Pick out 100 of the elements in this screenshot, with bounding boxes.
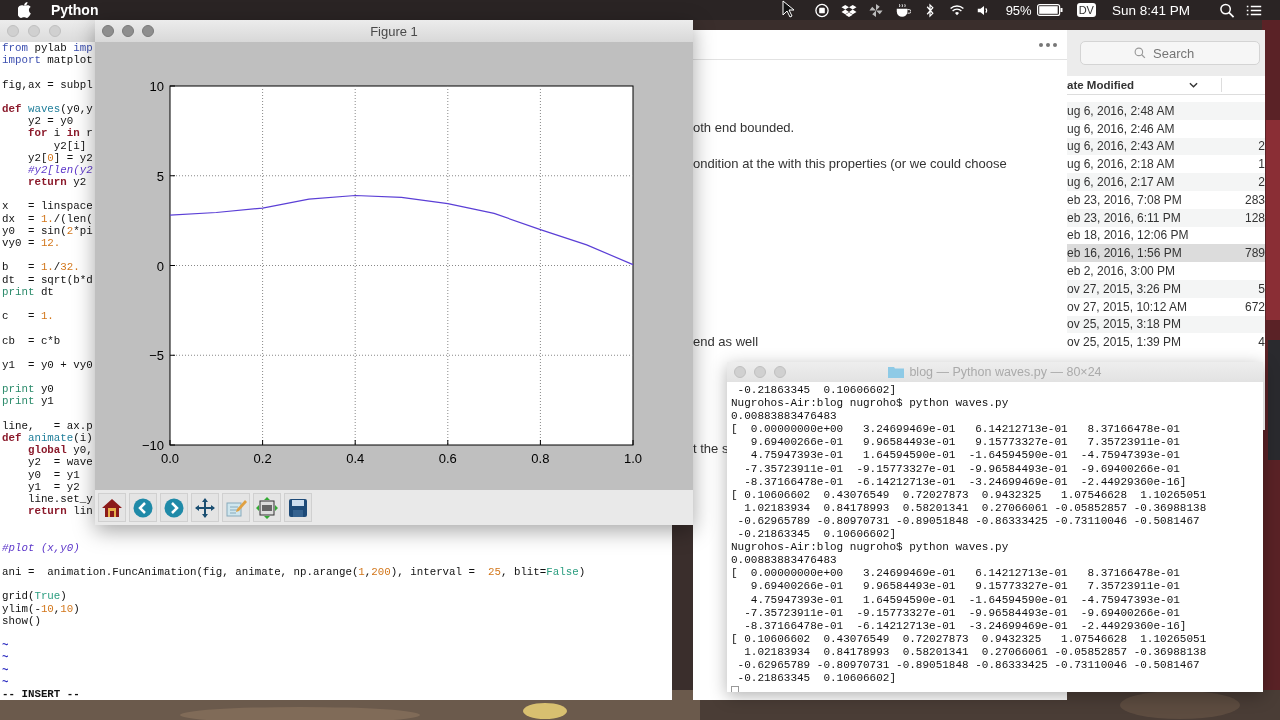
code-line: fig,ax = subpl xyxy=(2,78,93,91)
search-icon xyxy=(1134,47,1146,59)
terminal-line: [ 0.10606602 0.43076549 0.72027873 0.9432325 1.07546628 1.10265051 xyxy=(731,632,1208,646)
user-badge[interactable]: DV xyxy=(1076,3,1096,17)
code-line: def waves(y0,y xyxy=(2,102,93,116)
file-row[interactable]: ug 6, 2016, 2:43 AM 2 xyxy=(1067,137,1265,156)
file-row[interactable]: eb 23, 2016, 6:11 PM 128 xyxy=(1067,208,1265,227)
code-line: y2 = y0 xyxy=(26,115,74,128)
save-button[interactable] xyxy=(284,493,312,522)
pan-button[interactable] xyxy=(191,493,219,522)
code-line: y2[i] xyxy=(52,139,87,152)
search-icon[interactable] xyxy=(1219,2,1235,18)
terminal-line: 9.69400266e-01 9.96584493e-01 9.15773327e-01 7.35723911e-01 xyxy=(749,436,1181,450)
terminal-line: [ 0.00000000e+00 3.24699469e-01 6.14212713e-01 8.37166478e-01 xyxy=(731,567,1181,581)
size-cell: 283 xyxy=(1244,192,1265,207)
code-line: #y2[len(y2 xyxy=(26,163,93,177)
record-icon[interactable] xyxy=(813,2,830,18)
size-cell: 2 xyxy=(1258,175,1265,190)
x-tick-label: 0.4 xyxy=(346,451,365,466)
code-line: c = 1. xyxy=(2,310,54,323)
date-cell: ov 25, 2015, 1:39 PM xyxy=(1067,335,1182,350)
code-line: line.set_y xyxy=(26,492,93,506)
file-row[interactable]: ug 6, 2016, 2:17 AM 2 xyxy=(1067,173,1265,191)
clock[interactable]: Sun 8:41 PM xyxy=(1111,2,1190,18)
close-button[interactable] xyxy=(102,25,114,37)
back-button[interactable] xyxy=(129,493,157,522)
pinwheel-icon[interactable] xyxy=(867,2,884,18)
y-tick-label: 0 xyxy=(156,258,164,274)
file-row[interactable]: ov 25, 2015, 1:39 PM 4 xyxy=(1067,333,1265,352)
code-line: print y0 xyxy=(2,383,54,396)
app-menu[interactable]: Python xyxy=(51,2,99,18)
file-row[interactable]: ug 6, 2016, 2:18 AM 1 xyxy=(1067,155,1265,174)
code-line: ylim(-10,10) xyxy=(2,602,80,615)
cup-icon[interactable] xyxy=(894,2,911,18)
code-line: show() xyxy=(2,614,41,627)
forward-button[interactable] xyxy=(160,493,188,522)
code-line: b = 1./32. xyxy=(2,261,80,274)
move-arrows-icon xyxy=(194,496,216,519)
y-tick-label: 5 xyxy=(156,168,164,184)
code-line: x = linspace xyxy=(2,200,93,213)
empty-line-marker: ~ xyxy=(2,675,9,688)
home-button[interactable] xyxy=(98,493,126,522)
terminal-line: -0.21863345 0.10606602] xyxy=(736,528,898,542)
chevron-icon[interactable] xyxy=(1189,82,1199,88)
code-line: import matplot xyxy=(2,54,93,67)
code-line: #plot (x,y0) xyxy=(2,541,80,554)
terminal-line: -0.62965789 -0.80970731 -0.89051848 -0.86333425 -0.73110046 -0.5081467 xyxy=(736,514,1201,529)
size-cell: 1 xyxy=(1258,157,1265,172)
battery-percent[interactable]: 95% xyxy=(1005,2,1032,18)
file-row[interactable]: ov 27, 2015, 10:12 AM 672 xyxy=(1067,297,1265,316)
minimize-button[interactable] xyxy=(122,25,134,37)
y-tick-label: 10 xyxy=(149,79,164,94)
terminal-line: -0.21863345 0.10606602] xyxy=(736,672,898,686)
terminal-line: 0.00883883476483 xyxy=(731,410,838,424)
column-header[interactable]: ate Modified xyxy=(1067,79,1135,91)
size-cell: 672 xyxy=(1244,299,1265,314)
code-line: line, = ax.p xyxy=(2,419,93,432)
configure-button[interactable] xyxy=(253,493,281,522)
code-line: y2[0] = y2 xyxy=(26,151,93,164)
wifi-icon[interactable] xyxy=(948,2,965,18)
file-row[interactable]: ug 6, 2016, 2:48 AM xyxy=(1067,102,1265,120)
file-row[interactable]: eb 2, 2016, 3:00 PM xyxy=(1067,262,1265,280)
paragraph-text: end as well xyxy=(693,333,759,351)
battery-icon[interactable] xyxy=(1036,4,1063,16)
terminal-line: Nugrohos-Air:blog nugroho$ python waves.py xyxy=(731,541,1010,555)
file-row[interactable]: eb 16, 2016, 1:56 PM 789 xyxy=(1067,244,1265,263)
file-row[interactable]: eb 18, 2016, 12:06 PM xyxy=(1067,226,1265,245)
terminal-line: -0.62965789 -0.80970731 -0.89051848 -0.86333425 -0.73110046 -0.5081467 xyxy=(736,658,1201,673)
more-icon[interactable] xyxy=(1039,42,1057,47)
zoom-button[interactable] xyxy=(142,25,154,37)
file-row[interactable]: ug 6, 2016, 2:46 AM xyxy=(1067,119,1265,138)
x-tick-label: 0.0 xyxy=(160,451,180,466)
code-line: print dt xyxy=(2,285,54,298)
date-cell: ov 25, 2015, 3:18 PM xyxy=(1067,317,1182,332)
date-cell: ug 6, 2016, 2:48 AM xyxy=(1067,103,1175,118)
date-cell: ov 27, 2015, 10:12 AM xyxy=(1067,299,1188,314)
size-cell: 5 xyxy=(1258,281,1265,296)
window-title: Figure 1 xyxy=(370,23,418,39)
terminal-line: 0.00883883476483 xyxy=(731,554,838,568)
x-tick-label: 0.8 xyxy=(531,451,550,466)
date-cell: eb 23, 2016, 6:11 PM xyxy=(1067,210,1181,225)
size-cell: 789 xyxy=(1244,246,1265,261)
date-cell: eb 18, 2016, 12:06 PM xyxy=(1067,228,1189,243)
x-tick-label: 1.0 xyxy=(623,451,643,466)
search-field[interactable]: Search xyxy=(1080,41,1260,65)
date-cell: ug 6, 2016, 2:43 AM xyxy=(1067,139,1175,154)
dropbox-icon[interactable] xyxy=(840,2,857,18)
apple-icon[interactable] xyxy=(18,2,32,18)
file-row[interactable]: ov 27, 2015, 3:26 PM 5 xyxy=(1067,279,1265,298)
date-cell: eb 23, 2016, 7:08 PM xyxy=(1067,192,1182,207)
terminal-line: -0.21863345 0.10606602] xyxy=(736,384,898,398)
terminal-line: 9.69400266e-01 9.96584493e-01 9.15773327e-01 7.35723911e-01 xyxy=(749,580,1181,594)
mode-indicator: -- INSERT -- xyxy=(2,687,80,700)
empty-line-marker: ~ xyxy=(2,663,9,676)
code-line: dt = sqrt(b*d xyxy=(2,273,93,286)
code-line: return y2 xyxy=(26,176,87,189)
terminal-line: 4.75947393e-01 1.64594590e-01 -1.64594590e-01 -4.75947393e-01 xyxy=(749,593,1181,607)
file-row[interactable]: ov 25, 2015, 3:18 PM xyxy=(1067,315,1265,334)
terminal-line: Nugrohos-Air:blog nugroho$ python waves.py xyxy=(731,397,1010,411)
file-row[interactable]: eb 23, 2016, 7:08 PM 283 xyxy=(1067,191,1265,209)
